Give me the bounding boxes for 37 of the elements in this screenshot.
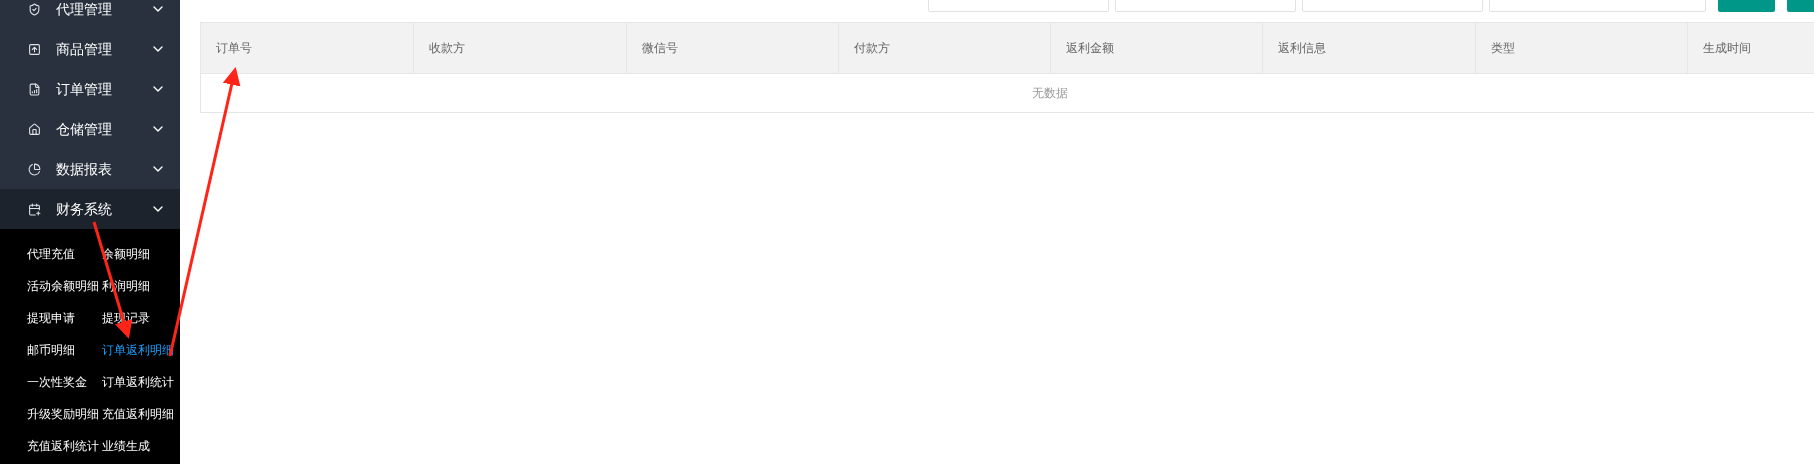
column-header: 返利金额 <box>1066 40 1114 57</box>
menu-icon <box>28 202 41 216</box>
menu-item[interactable]: 订单管理 <box>0 69 180 109</box>
menu-item[interactable]: 数据报表 <box>0 149 180 189</box>
menu-icon <box>28 162 41 176</box>
empty-message: 无数据 <box>1032 85 1068 102</box>
menu-label: 代理管理 <box>56 0 112 19</box>
submenu-item[interactable]: 活动余额明细 <box>27 270 102 302</box>
submenu-item[interactable]: 邮币明细 <box>27 334 102 366</box>
column-header: 收款方 <box>429 40 466 57</box>
submenu-item[interactable]: 提现申请 <box>27 302 102 334</box>
submenu-item[interactable]: 升级奖励明细 <box>27 398 102 430</box>
column-header: 返利信息 <box>1278 40 1327 57</box>
column-header: 订单号 <box>216 40 252 57</box>
menu-icon <box>28 82 41 96</box>
menu-item[interactable]: 财务系统 <box>0 189 180 229</box>
submenu-item[interactable]: 订单返利统计 <box>102 366 180 398</box>
menu-label: 财务系统 <box>56 199 112 219</box>
menu-item[interactable]: 代理管理 <box>0 0 180 29</box>
column-header: 付款方 <box>853 40 890 57</box>
submenu-item[interactable]: 业绩生成 <box>102 430 180 462</box>
menu-item[interactable]: 商品管理 <box>0 29 180 69</box>
submenu-item[interactable]: 代理充值 <box>27 238 102 270</box>
column-header: 生成时间 <box>1702 40 1751 57</box>
submenu-item[interactable]: 一次性奖金 <box>27 366 102 398</box>
menu-label: 订单管理 <box>56 79 112 99</box>
menu-label: 商品管理 <box>56 39 112 59</box>
submenu-item[interactable]: 充值返利明细 <box>102 398 180 430</box>
submenu-item[interactable]: 充值返利统计 <box>27 430 102 462</box>
menu-icon <box>28 122 41 136</box>
column-header: 微信号 <box>641 40 678 57</box>
menu-item[interactable]: 仓储管理 <box>0 109 180 149</box>
menu-label: 数据报表 <box>56 159 112 179</box>
menu-icon <box>28 42 41 56</box>
menu-icon <box>28 2 41 16</box>
menu-label: 仓储管理 <box>56 119 112 139</box>
column-header: 类型 <box>1490 40 1515 57</box>
